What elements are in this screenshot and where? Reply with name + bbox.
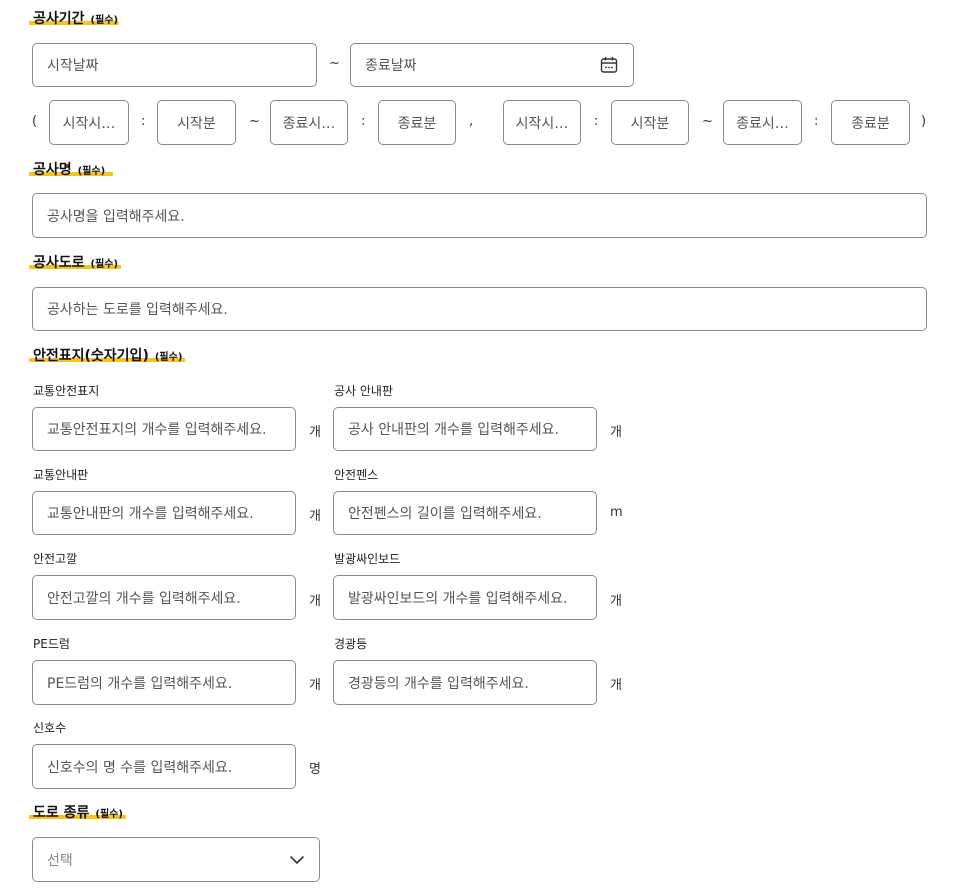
calendar-icon[interactable] — [600, 56, 618, 74]
unit-label: 개 — [610, 678, 622, 693]
tilde: ~ — [249, 114, 260, 129]
road-type-select[interactable]: 선택 — [32, 837, 320, 882]
start-date-placeholder: 시작날짜 — [47, 58, 99, 74]
section-title-name: 공사명 (필수) — [33, 159, 105, 179]
colon: : — [814, 114, 819, 129]
construction-name-input[interactable]: 공사명을 입력해주세요. — [32, 193, 927, 238]
colon: : — [594, 114, 599, 129]
required-tag: (필수) — [90, 259, 119, 270]
colon: : — [141, 114, 146, 129]
field-label: 발광싸인보드 — [334, 552, 401, 566]
field-label: 안전펜스 — [334, 468, 379, 482]
field-label: 교통안전표지 — [33, 384, 100, 398]
unit-label: 개 — [610, 594, 622, 609]
section-title-text: 도로 종류 — [33, 805, 90, 821]
close-paren: ) — [921, 114, 927, 129]
input-placeholder: 안전펜스의 길이를 입력해주세요. — [348, 506, 542, 522]
input-placeholder: 교통안전표지의 개수를 입력해주세요. — [47, 422, 267, 438]
construction-road-input[interactable]: 공사하는 도로를 입력해주세요. — [32, 287, 927, 331]
construction-notice-board-input[interactable]: 공사 안내판의 개수를 입력해주세요. — [333, 407, 597, 451]
unit-label: 개 — [309, 678, 321, 693]
unit-label: 명 — [309, 762, 321, 777]
unit-label: 개 — [610, 425, 622, 440]
field-label: 안전고깔 — [33, 552, 78, 566]
range2-end-hour-text: 종료시… — [736, 115, 789, 132]
field-label: 경광등 — [334, 637, 368, 651]
traffic-guide-board-input[interactable]: 교통안내판의 개수를 입력해주세요. — [32, 491, 296, 535]
unit-label: 개 — [309, 425, 321, 440]
pe-drum-input[interactable]: PE드럼의 개수를 입력해주세요. — [32, 660, 296, 705]
required-tag: (필수) — [90, 15, 119, 26]
unit-label: 개 — [309, 594, 321, 609]
range1-end-min-text: 종료분 — [397, 115, 437, 132]
tilde: ~ — [702, 114, 713, 129]
led-sign-board-input[interactable]: 발광싸인보드의 개수를 입력해주세요. — [333, 575, 597, 620]
field-label: 공사 안내판 — [334, 384, 394, 398]
flagger-input[interactable]: 신호수의 명 수를 입력해주세요. — [32, 744, 296, 789]
traffic-safety-sign-input[interactable]: 교통안전표지의 개수를 입력해주세요. — [32, 407, 296, 451]
safety-fence-input[interactable]: 안전펜스의 길이를 입력해주세요. — [333, 491, 597, 535]
range2-start-hour-text: 시작시… — [515, 115, 569, 132]
field-label: PE드럼 — [33, 637, 70, 651]
input-placeholder: 신호수의 명 수를 입력해주세요. — [47, 759, 233, 776]
chevron-down-icon — [290, 856, 304, 864]
end-date-input[interactable]: 종료날짜 — [350, 43, 634, 87]
input-placeholder: 공사 안내판의 개수를 입력해주세요. — [348, 422, 559, 438]
section-title-text: 공사기간 — [33, 11, 85, 27]
range2-end-hour-select[interactable]: 종료시… — [723, 100, 802, 145]
section-title-road: 공사도로 (필수) — [33, 252, 118, 272]
construction-road-placeholder: 공사하는 도로를 입력해주세요. — [47, 302, 228, 318]
construction-name-placeholder: 공사명을 입력해주세요. — [47, 208, 185, 225]
start-date-input[interactable]: 시작날짜 — [32, 43, 317, 87]
colon: : — [361, 114, 366, 129]
unit-label: 개 — [309, 509, 321, 524]
required-tag: (필수) — [154, 352, 183, 363]
unit-label: m — [610, 505, 623, 520]
range2-end-min-select[interactable]: 종료분 — [831, 100, 910, 145]
range2-start-min-select[interactable]: 시작분 — [611, 100, 689, 145]
range1-start-min-text: 시작분 — [177, 115, 216, 132]
input-placeholder: 안전고깔의 개수를 입력해주세요. — [47, 590, 241, 607]
required-tag: (필수) — [95, 809, 123, 820]
date-range-tilde: ~ — [329, 56, 340, 71]
safety-cone-input[interactable]: 안전고깔의 개수를 입력해주세요. — [32, 575, 296, 620]
range1-end-hour-text: 종료시… — [282, 115, 336, 132]
section-title-text: 공사명 — [33, 162, 72, 178]
range2-start-min-text: 시작분 — [630, 115, 670, 132]
range1-end-min-select[interactable]: 종료분 — [378, 100, 456, 145]
range2-end-min-text: 종료분 — [851, 115, 890, 132]
section-title-text: 안전표지(숫자기입) — [33, 348, 149, 364]
range2-start-hour-select[interactable]: 시작시… — [503, 100, 581, 145]
field-label: 교통안내판 — [33, 468, 89, 482]
open-paren: ( — [32, 114, 38, 129]
section-title-road-type: 도로 종류 (필수) — [33, 802, 123, 822]
required-tag: (필수) — [77, 166, 106, 177]
end-date-placeholder: 종료날짜 — [365, 58, 417, 74]
input-placeholder: PE드럼의 개수를 입력해주세요. — [47, 675, 233, 692]
range1-end-hour-select[interactable]: 종료시… — [270, 100, 348, 145]
section-title-text: 공사도로 — [33, 255, 85, 271]
section-title-period: 공사기간 (필수) — [33, 8, 118, 28]
warning-light-input[interactable]: 경광등의 개수를 입력해주세요. — [333, 660, 597, 705]
field-label: 신호수 — [33, 721, 67, 735]
comma: , — [469, 114, 474, 129]
range1-start-min-select[interactable]: 시작분 — [157, 100, 236, 145]
range1-start-hour-text: 시작시… — [62, 115, 116, 132]
input-placeholder: 교통안내판의 개수를 입력해주세요. — [47, 506, 254, 522]
section-title-signs: 안전표지(숫자기입) (필수) — [33, 345, 182, 365]
input-placeholder: 발광싸인보드의 개수를 입력해주세요. — [348, 590, 568, 607]
range1-start-hour-select[interactable]: 시작시… — [49, 100, 129, 145]
road-type-placeholder: 선택 — [47, 852, 73, 869]
input-placeholder: 경광등의 개수를 입력해주세요. — [348, 675, 529, 692]
